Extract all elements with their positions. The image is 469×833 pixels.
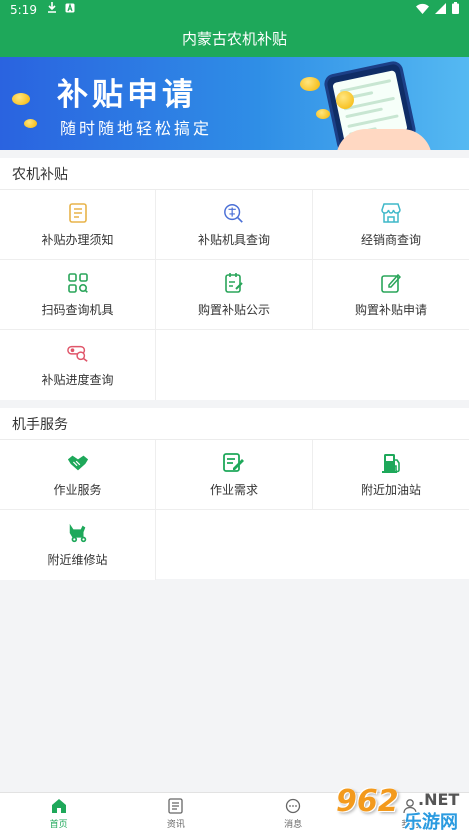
home-icon xyxy=(50,797,68,815)
section-title: 农机补贴 xyxy=(0,158,469,190)
menu-label: 购置补贴公示 xyxy=(197,302,270,317)
menu-work-service[interactable]: 作业服务 xyxy=(0,440,156,510)
notice-edit-icon xyxy=(223,272,245,294)
watermark-logo: 962 .NET 乐游网 xyxy=(330,782,469,833)
repair-tractor-icon xyxy=(67,522,89,544)
menu-nearby-repair-station[interactable]: 附近维修站 xyxy=(0,510,156,580)
menu-label: 附近加油站 xyxy=(360,482,421,497)
menu-purchase-notice[interactable]: 购置补贴公示 xyxy=(156,260,313,330)
banner-title: 补贴申请 xyxy=(57,77,197,113)
menu-nearby-gas-station[interactable]: 附近加油站 xyxy=(313,440,469,510)
tab-label: 消息 xyxy=(284,819,303,830)
menu-label: 购置补贴申请 xyxy=(354,302,427,317)
menu-label: 补贴办理须知 xyxy=(41,232,114,247)
coin-decoration xyxy=(24,119,37,128)
apply-edit-icon xyxy=(380,272,402,294)
scan-grid-icon xyxy=(67,272,89,294)
subsidy-search-icon xyxy=(223,202,245,224)
coin-decoration xyxy=(316,109,330,119)
coin-decoration xyxy=(300,77,320,91)
banner[interactable]: 补贴申请 随时随地轻松搞定 xyxy=(0,57,469,150)
section-title: 机手服务 xyxy=(0,408,469,440)
tab-label: 首页 xyxy=(49,819,68,830)
menu-progress-query[interactable]: 补贴进度查询 xyxy=(0,330,156,400)
download-icon xyxy=(47,2,57,17)
hand-illustration xyxy=(336,129,432,150)
battery-icon xyxy=(452,2,459,17)
signal-icon xyxy=(435,2,446,17)
menu-label: 作业服务 xyxy=(53,482,102,497)
menu-label: 补贴进度查询 xyxy=(41,373,114,387)
wifi-icon xyxy=(416,3,429,17)
store-icon xyxy=(380,202,402,224)
coin-decoration xyxy=(336,91,354,109)
menu-purchase-apply[interactable]: 购置补贴申请 xyxy=(313,260,469,330)
tab-home[interactable]: 首页 xyxy=(0,793,117,833)
menu-subsidy-guide[interactable]: 补贴办理须知 xyxy=(0,190,156,260)
status-bar: 5:19 xyxy=(0,0,469,19)
status-time: 5:19 xyxy=(10,2,37,17)
menu-label: 扫码查询机具 xyxy=(41,302,114,317)
banner-subtitle: 随时随地轻松搞定 xyxy=(60,119,213,138)
menu-label: 补贴机具查询 xyxy=(197,232,270,247)
menu-label: 作业需求 xyxy=(209,482,258,497)
news-icon xyxy=(167,797,185,815)
message-icon xyxy=(284,797,302,815)
menu-label: 附近维修站 xyxy=(47,553,108,567)
menu-dealer-search[interactable]: 经销商查询 xyxy=(313,190,469,260)
app-bar: 内蒙古农机补贴 xyxy=(0,19,469,57)
document-list-icon xyxy=(67,202,89,224)
menu-scan-query[interactable]: 扫码查询机具 xyxy=(0,260,156,330)
watermark-text: 乐游网 xyxy=(404,812,458,833)
demand-edit-icon xyxy=(223,452,245,474)
notification-a-icon xyxy=(65,3,75,16)
coin-decoration xyxy=(12,93,30,105)
watermark-suffix: .NET xyxy=(418,790,460,809)
handshake-icon xyxy=(67,452,89,474)
menu-subsidy-machine-search[interactable]: 补贴机具查询 xyxy=(156,190,313,260)
tab-label: 资讯 xyxy=(166,819,185,830)
menu-label: 经销商查询 xyxy=(360,232,421,247)
menu-work-demand[interactable]: 作业需求 xyxy=(156,440,313,510)
progress-search-icon xyxy=(66,342,89,364)
fuel-pump-icon xyxy=(380,452,402,474)
section-agri-subsidy: 农机补贴 补贴办理须知 补贴机具查询 经销商查询 扫码查询机具 购置补贴公示 购… xyxy=(0,158,469,400)
section-operator-service: 机手服务 作业服务 作业需求 附近加油站 附近维修站 xyxy=(0,408,469,580)
tab-news[interactable]: 资讯 xyxy=(117,793,234,833)
watermark-number: 962 xyxy=(336,784,399,819)
page-title: 内蒙古农机补贴 xyxy=(181,29,287,48)
